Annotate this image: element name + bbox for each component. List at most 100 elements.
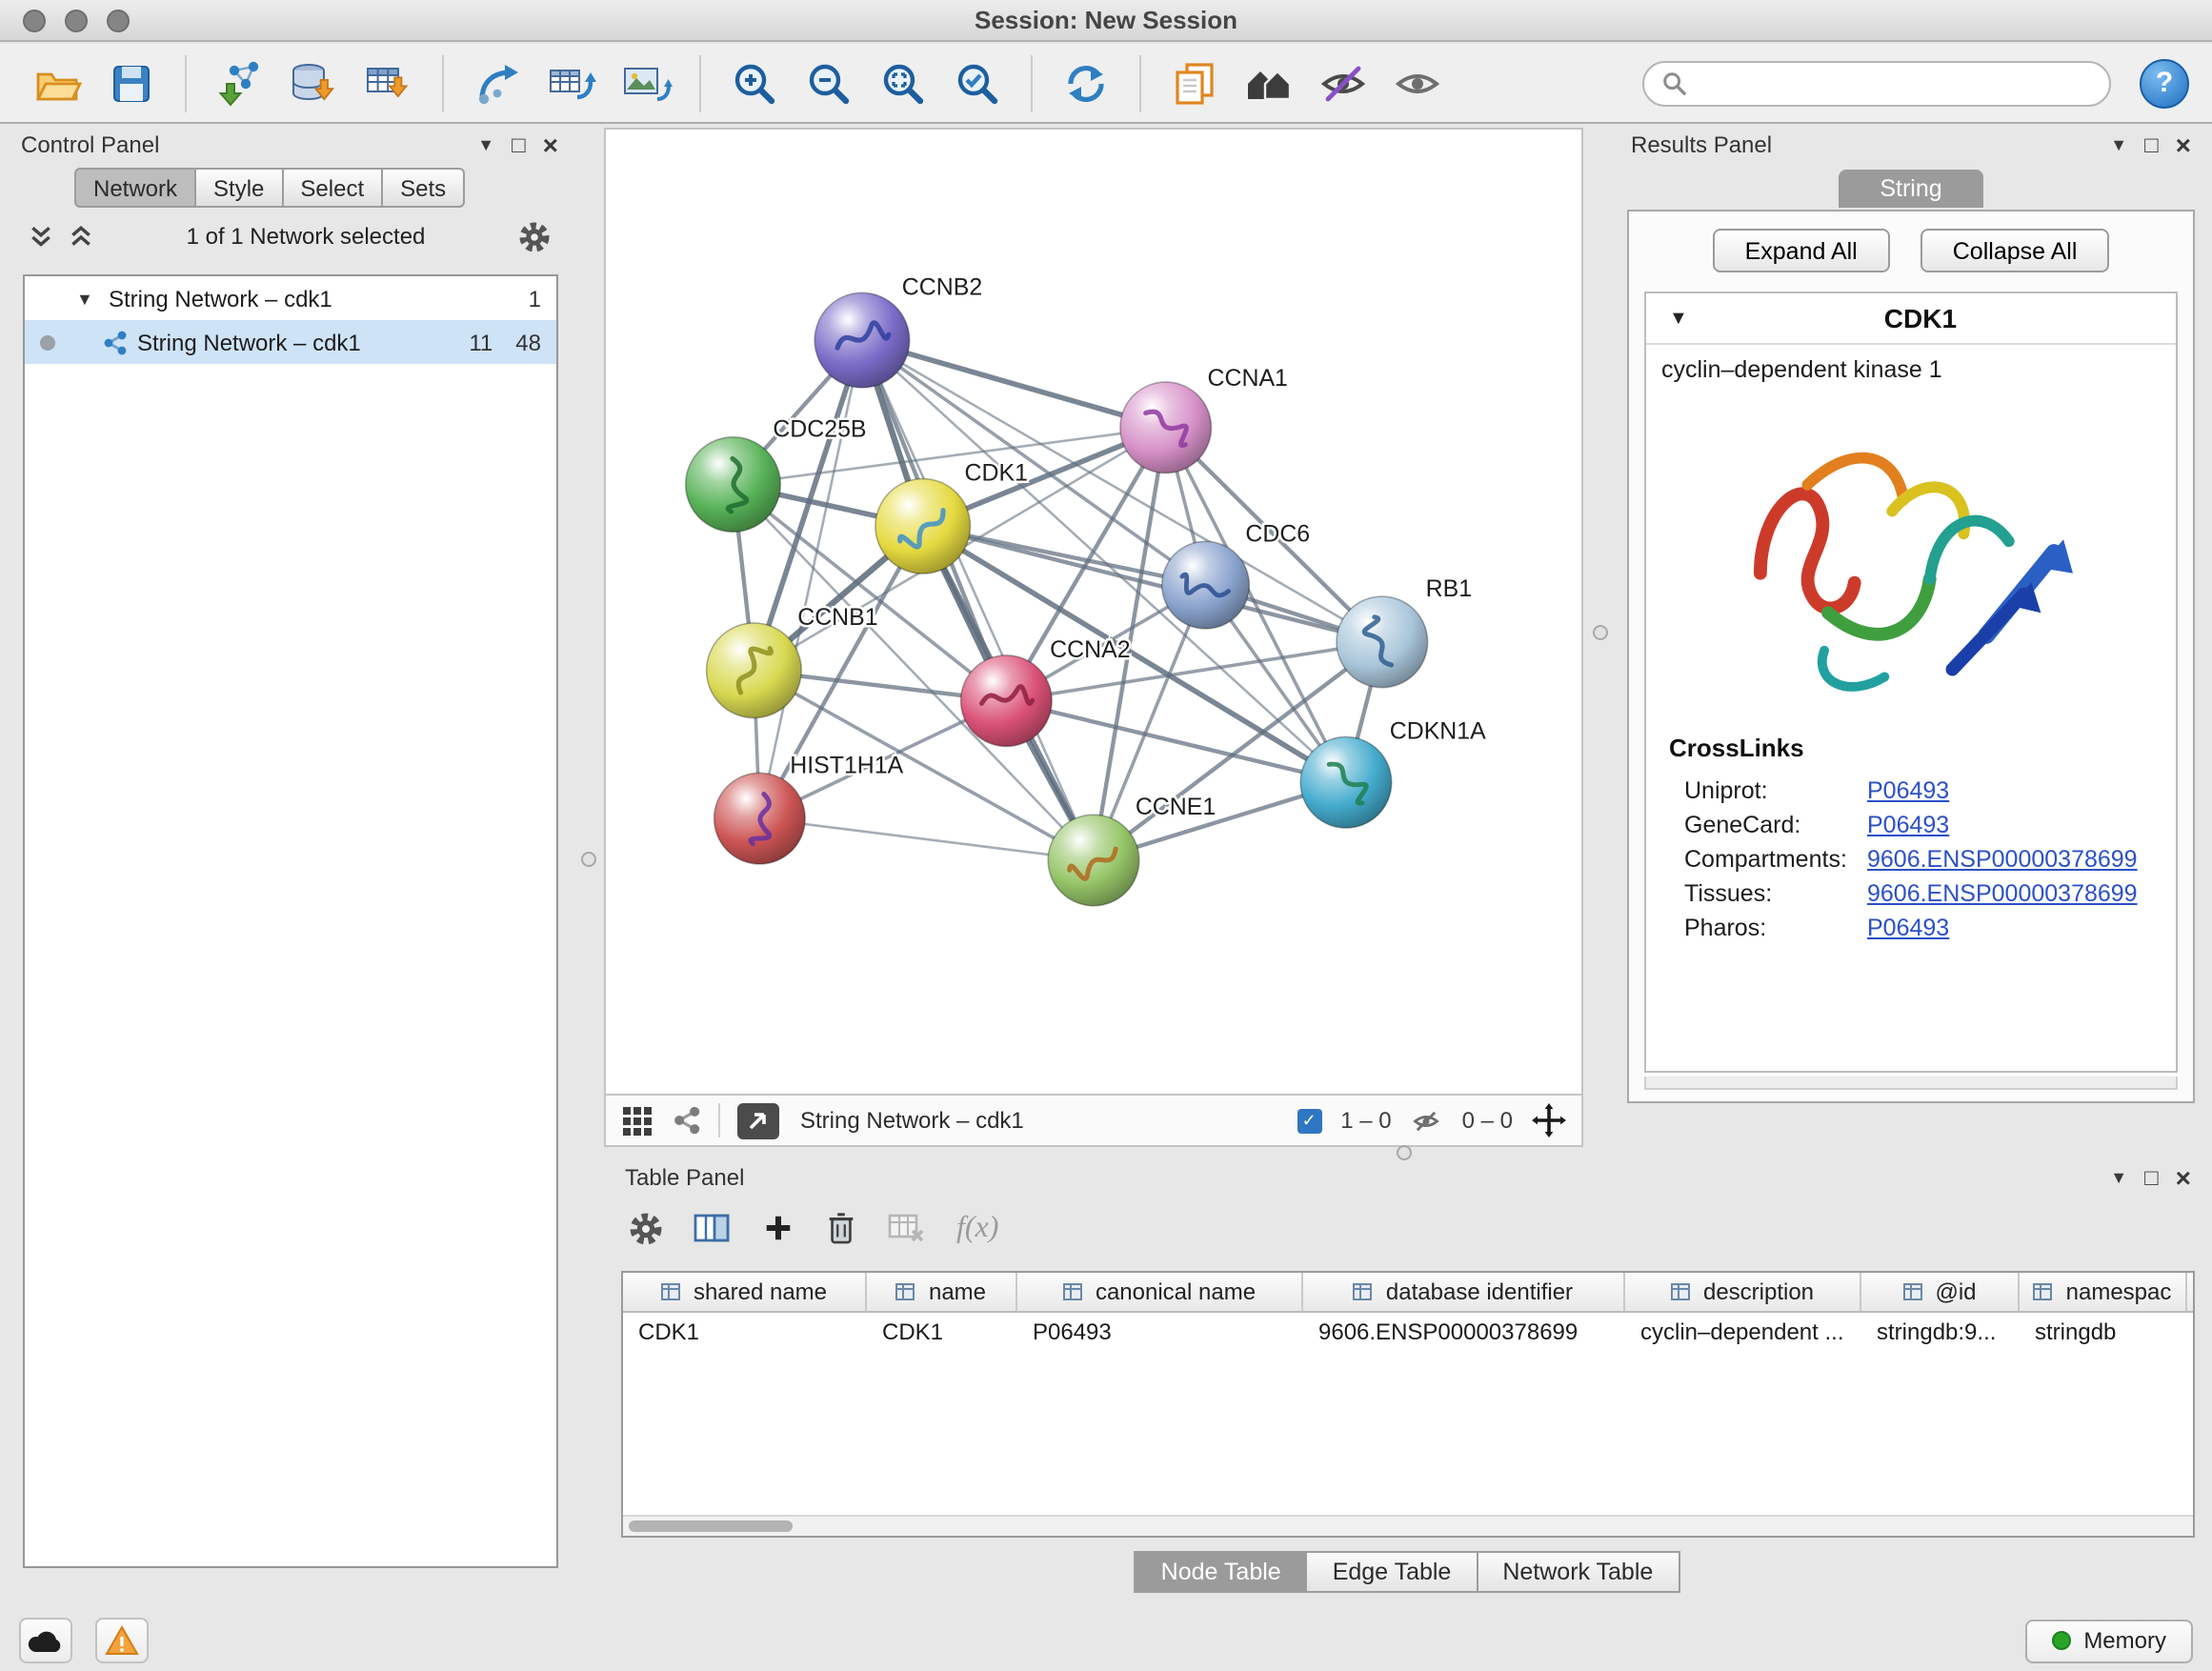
clone-network-button[interactable] <box>1160 49 1229 117</box>
tab-network-table[interactable]: Network Table <box>1476 1551 1679 1593</box>
node-label-HIST1H1A[interactable]: HIST1H1A <box>790 752 903 778</box>
tab-node-table[interactable]: Node Table <box>1135 1551 1308 1593</box>
node-label-CDC6[interactable]: CDC6 <box>1245 520 1310 547</box>
pan-move-icon[interactable] <box>1532 1103 1566 1137</box>
selected-items-checkbox[interactable]: ✓ <box>1297 1108 1321 1133</box>
close-window-button[interactable] <box>23 10 46 32</box>
network-edge[interactable] <box>759 340 862 818</box>
splitter-handle[interactable] <box>1593 625 1608 640</box>
compartments-link[interactable]: 9606.ENSP00000378699 <box>1867 846 2138 873</box>
network-view-icon[interactable] <box>671 1105 701 1136</box>
import-network-from-database-button[interactable] <box>280 49 349 117</box>
pharos-link[interactable]: P06493 <box>1867 915 1949 941</box>
cell-id[interactable]: stringdb:9... <box>1861 1313 2020 1351</box>
show-columns-icon[interactable] <box>694 1211 732 1245</box>
export-image-button[interactable] <box>612 49 680 117</box>
first-neighbors-button[interactable] <box>1235 49 1303 117</box>
maximize-panel-icon[interactable]: □ <box>512 133 526 156</box>
tree-expander-icon[interactable]: ▼ <box>76 289 99 308</box>
network-canvas[interactable]: CCNB2 CCNA1 CDC25B CDK1 CDC6 RB1 CCNB1 CCNA2 CDK… <box>604 128 1583 1096</box>
close-panel-icon[interactable]: × <box>2176 131 2191 158</box>
gear-icon[interactable] <box>629 1211 663 1245</box>
zoom-fit-button[interactable] <box>869 49 937 117</box>
column-header-shared-name[interactable]: shared name <box>623 1273 867 1311</box>
column-header-canonical-name[interactable]: canonical name <box>1017 1273 1303 1311</box>
zoom-selected-button[interactable] <box>943 49 1012 117</box>
node-label-CDC25B[interactable]: CDC25B <box>773 416 866 443</box>
grid-view-icon[interactable] <box>621 1104 654 1137</box>
tab-select[interactable]: Select <box>281 168 383 208</box>
memory-button[interactable]: Memory <box>2024 1619 2193 1662</box>
node-label-CCNB2[interactable]: CCNB2 <box>902 273 982 300</box>
birdseye-view-button[interactable] <box>737 1102 779 1138</box>
show-all-button[interactable] <box>1383 49 1452 117</box>
help-button[interactable]: ? <box>2140 58 2189 108</box>
splitter-handle[interactable] <box>581 852 596 867</box>
search-box[interactable] <box>1642 60 2111 106</box>
network-edge[interactable] <box>759 818 1094 860</box>
tissues-link[interactable]: 9606.ENSP00000378699 <box>1867 880 2138 907</box>
cell-description[interactable]: cyclin–dependent ... <box>1625 1313 1861 1351</box>
column-header-database-identifier[interactable]: database identifier <box>1303 1273 1625 1311</box>
column-header-description[interactable]: description <box>1625 1273 1861 1311</box>
hide-selected-button[interactable] <box>1309 49 1377 117</box>
import-network-button[interactable] <box>206 49 274 117</box>
column-header-name[interactable]: name <box>867 1273 1017 1311</box>
tab-sets[interactable]: Sets <box>381 168 465 208</box>
node-label-CCNE1[interactable]: CCNE1 <box>1136 794 1216 820</box>
gear-icon[interactable] <box>518 220 551 252</box>
cell-database-identifier[interactable]: 9606.ENSP00000378699 <box>1303 1313 1625 1351</box>
function-builder-button[interactable]: f(x) <box>956 1211 998 1245</box>
network-collection-row[interactable]: ▼ String Network – cdk1 1 <box>25 276 556 320</box>
open-session-button[interactable] <box>23 49 91 117</box>
network-edge[interactable] <box>923 526 1382 642</box>
refresh-layout-button[interactable] <box>1052 49 1120 117</box>
zoom-window-button[interactable] <box>107 10 130 32</box>
uniprot-link[interactable]: P06493 <box>1867 777 1949 804</box>
node-label-CDKN1A[interactable]: CDKN1A <box>1390 717 1486 744</box>
table-horizontal-scrollbar[interactable] <box>623 1515 2193 1536</box>
node-label-CCNA2[interactable]: CCNA2 <box>1050 636 1130 663</box>
maximize-panel-icon[interactable]: □ <box>2144 133 2159 156</box>
column-header-id[interactable]: @id <box>1861 1273 2020 1311</box>
column-header-namespace[interactable]: namespac <box>2020 1273 2187 1311</box>
collapse-all-button[interactable]: Collapse All <box>1920 229 2110 272</box>
float-panel-icon[interactable]: ▼ <box>477 136 494 153</box>
add-column-icon[interactable] <box>762 1212 794 1244</box>
warnings-button[interactable] <box>95 1618 149 1663</box>
cell-canonical-name[interactable]: P06493 <box>1017 1313 1303 1351</box>
import-table-button[interactable] <box>354 49 423 117</box>
zoom-out-button[interactable] <box>794 49 863 117</box>
save-session-button[interactable] <box>97 49 166 117</box>
tab-string[interactable]: String <box>1839 170 1983 208</box>
zoom-in-button[interactable] <box>720 49 789 117</box>
tab-edge-table[interactable]: Edge Table <box>1306 1551 1478 1593</box>
expand-all-chevrons-icon[interactable] <box>69 224 93 249</box>
table-row[interactable]: CDK1 CDK1 P06493 9606.ENSP00000378699 cy… <box>623 1313 2193 1351</box>
tab-network[interactable]: Network <box>74 168 196 208</box>
network-edge[interactable] <box>862 340 1094 860</box>
network-table-tool-button[interactable] <box>537 49 606 117</box>
tab-style[interactable]: Style <box>194 168 283 208</box>
new-network-from-selection-button[interactable] <box>463 49 532 117</box>
node-label-CCNA1[interactable]: CCNA1 <box>1208 365 1288 392</box>
splitter-handle[interactable] <box>1397 1145 1412 1160</box>
node-label-CDK1[interactable]: CDK1 <box>965 460 1028 487</box>
collapse-section-icon[interactable]: ▼ <box>1669 308 1688 329</box>
cell-shared-name[interactable]: CDK1 <box>623 1313 867 1351</box>
float-panel-icon[interactable]: ▼ <box>2110 136 2127 153</box>
search-input[interactable] <box>1698 70 2092 96</box>
node-label-CCNB1[interactable]: CCNB1 <box>797 604 877 631</box>
network-row[interactable]: String Network – cdk1 11 48 <box>25 320 556 364</box>
cell-namespace[interactable]: stringdb <box>2020 1313 2187 1351</box>
genecard-link[interactable]: P06493 <box>1867 812 1949 838</box>
cell-name[interactable]: CDK1 <box>867 1313 1017 1351</box>
maximize-panel-icon[interactable]: □ <box>2144 1166 2159 1189</box>
collapse-all-chevrons-icon[interactable] <box>29 224 53 249</box>
delete-column-icon[interactable] <box>825 1210 857 1246</box>
minimize-window-button[interactable] <box>65 10 88 32</box>
results-horizontal-scrollbar[interactable] <box>1644 1077 2178 1090</box>
expand-all-button[interactable]: Expand All <box>1713 229 1890 272</box>
close-panel-icon[interactable]: × <box>543 131 558 158</box>
node-label-RB1[interactable]: RB1 <box>1426 575 1472 602</box>
